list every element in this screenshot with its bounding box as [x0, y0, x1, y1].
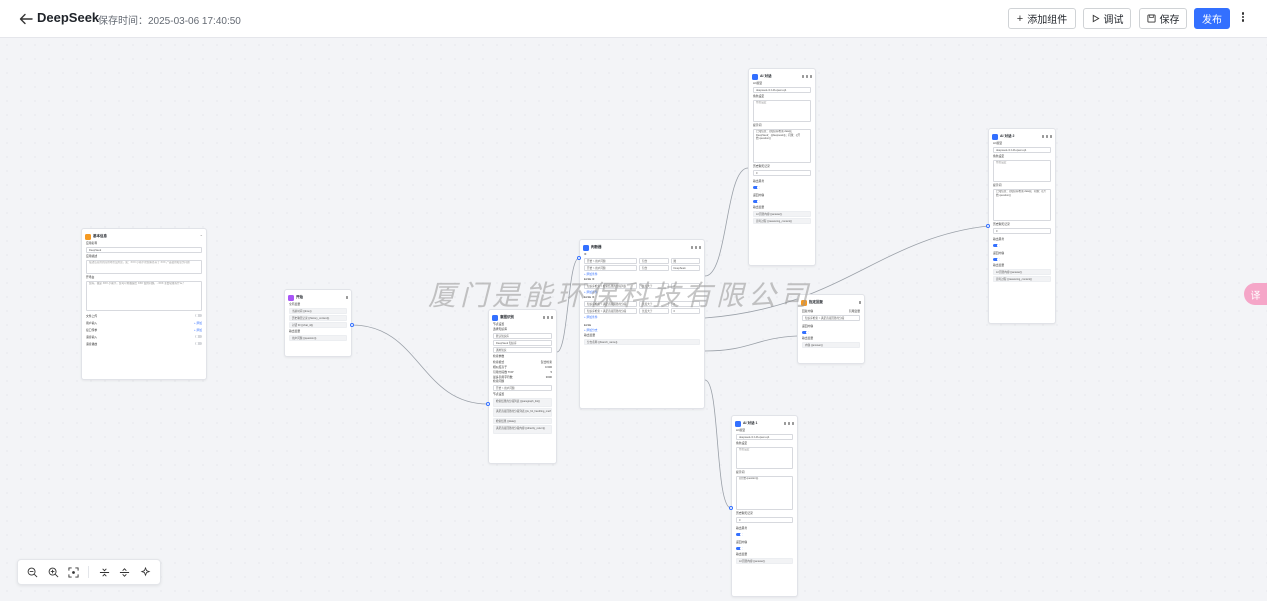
row-voice-input: 语音输入: [82, 333, 206, 340]
save-button[interactable]: 保存: [1139, 8, 1187, 29]
fit-view-icon[interactable]: [68, 566, 80, 578]
row-user-input: 用户输入 + 添加: [86, 320, 202, 325]
node-branch[interactable]: 判断器 IF 开始 > 用户问题 包含图 开始 > 用户问题 包含 DeepSeek …: [579, 239, 705, 409]
ai-icon: [752, 73, 758, 80]
welcome-field[interactable]: 您好，我是 XXX 小助手，您可以向我提出 XXX 使用问题。- XXX 主要功…: [86, 281, 202, 311]
back-arrow-icon[interactable]: [18, 11, 34, 27]
ai-icon: [992, 133, 998, 140]
branch-icon: [583, 244, 589, 251]
plus-icon: +: [1016, 12, 1024, 25]
row-file-upload: 文件上传: [82, 312, 206, 319]
canvas-toolbar: [17, 559, 161, 585]
node-ai-chat-1[interactable]: AI 对话 1 AI 模型 deepseek-r1:14b-qwen-q4 角色…: [731, 415, 798, 597]
retrieval-input-handle[interactable]: [486, 402, 490, 406]
expand-all-icon[interactable]: [119, 566, 131, 578]
node-ai-chat-2[interactable]: AI 对话 2 AI 模型 deepseek-r1:14b-qwen-q4 角色…: [988, 128, 1056, 324]
node-base-info[interactable]: 基本信息 ⌃ 应用名称 DeepSeek 应用描述 描述该应用的应用场景及用途，如…: [81, 228, 207, 380]
file-upload-toggle[interactable]: [195, 313, 202, 318]
voice-input-toggle[interactable]: [195, 334, 202, 339]
collapse-all-icon[interactable]: [98, 566, 110, 578]
more-vertical-icon[interactable]: [1240, 11, 1246, 27]
app-title: DeepSeek: [37, 10, 100, 25]
debug-button[interactable]: 调试: [1083, 8, 1131, 29]
edge-classify-branch: [556, 257, 580, 353]
app-desc-field[interactable]: 描述该应用的应用场景及用途，如：XXX 小助手帮您解答关于 XXX 产品使用和业…: [86, 260, 202, 274]
workflow-canvas[interactable]: 基本信息 ⌃ 应用名称 DeepSeek 应用描述 描述该应用的应用场景及用途，如…: [0, 38, 1267, 601]
node-direct-reply[interactable]: 指定回复 回复内容 引用变量 知识库检索 > 满足直接回答的分段 返回内容 输出变…: [797, 294, 865, 364]
row-voice-play: 语音播放: [82, 340, 206, 347]
node-start[interactable]: 开始 全局变量 当前时间 {{time}} 历史聊天记录 {{history_c…: [284, 289, 352, 357]
edge-branch-ai1: [704, 167, 749, 277]
retrieval-icon: [492, 314, 498, 321]
zoom-in-icon[interactable]: [47, 566, 59, 578]
ai2-input-handle[interactable]: [986, 224, 990, 228]
edge-start-classify: [351, 324, 489, 405]
add-component-button[interactable]: + 添加组件: [1008, 8, 1076, 29]
row-api-param: 接口传参 + 添加: [86, 327, 202, 332]
save-icon: [1146, 14, 1156, 23]
collapse-icon[interactable]: ⌃: [200, 234, 203, 239]
zoom-out-icon[interactable]: [26, 566, 38, 578]
ai-icon: [735, 420, 741, 427]
voice-play-toggle[interactable]: [195, 341, 202, 346]
node-knowledge-retrieval[interactable]: 意图识别 节点设置 选择知识库 默认知识库 DeepSeek 知识库 通用知识 …: [488, 309, 557, 464]
branch-input-handle[interactable]: [577, 256, 581, 260]
app-name-field[interactable]: DeepSeek: [86, 247, 202, 253]
edge-branch-ai3: [704, 379, 732, 509]
edge-branch-direct: [704, 335, 798, 352]
node-ai-chat[interactable]: AI 对话 AI 模型 deepseek-r1:14b-qwen-q4 角色设定…: [748, 68, 816, 266]
ai3-input-handle[interactable]: [729, 506, 733, 510]
start-icon: [288, 294, 294, 301]
beautify-layout-icon[interactable]: [140, 566, 152, 578]
translate-tab[interactable]: 译: [1244, 283, 1267, 305]
reply-icon: [801, 299, 807, 306]
play-icon: [1092, 14, 1100, 23]
publish-button[interactable]: 发布: [1194, 8, 1230, 29]
base-info-icon: [85, 233, 91, 240]
save-time: 保存时间：2025-03-06 17:40:50: [98, 16, 241, 27]
start-output-handle[interactable]: [350, 323, 354, 327]
top-bar: DeepSeek 保存时间：2025-03-06 17:40:50 + 添加组件…: [0, 0, 1267, 38]
